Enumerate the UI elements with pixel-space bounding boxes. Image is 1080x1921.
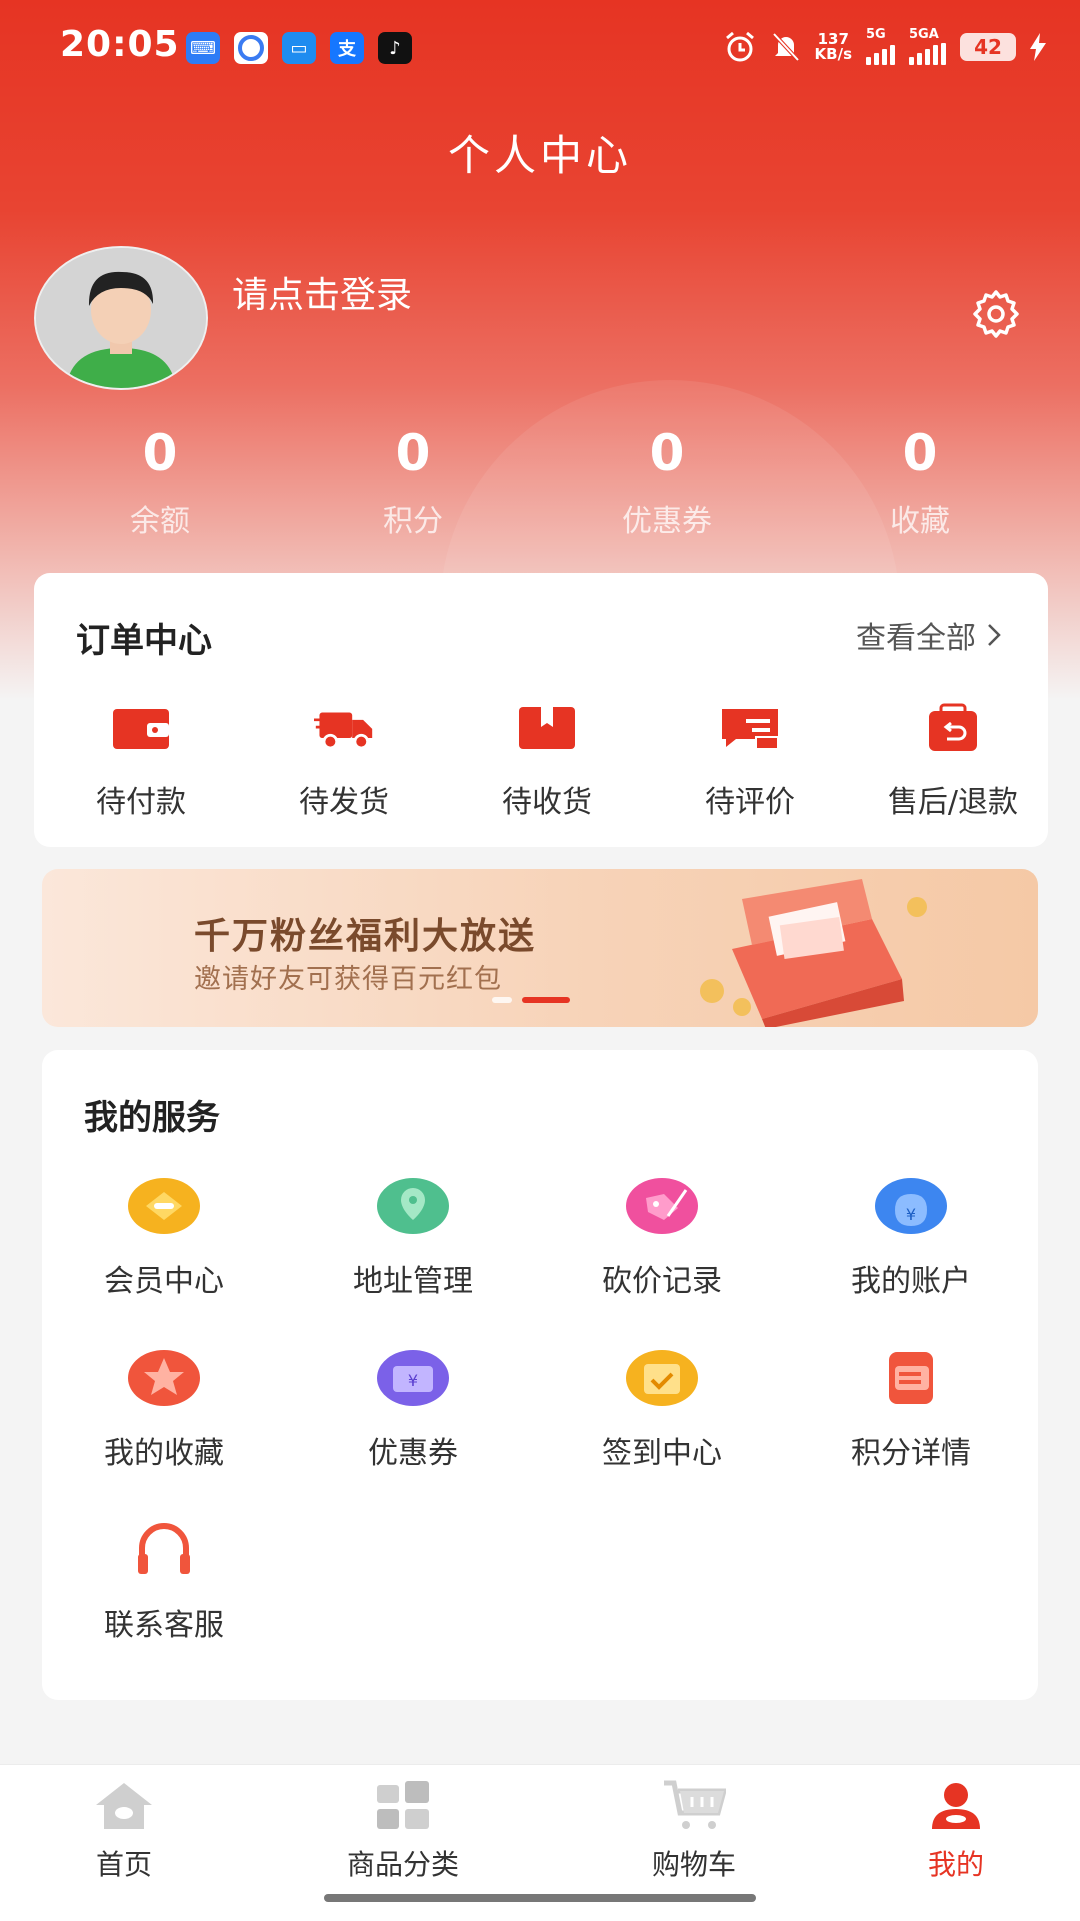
stat-value: 0 [649,424,685,482]
view-all-orders-link[interactable]: 查看全部 [856,613,1002,657]
profile-icon [932,1783,980,1829]
checkin-icon [626,1350,698,1406]
order-pending-receipt[interactable]: 待收货 [457,703,637,821]
stat-coupons[interactable]: 0 优惠券 [567,424,767,540]
headset-icon [138,1523,190,1574]
stat-label: 优惠券 [622,504,712,539]
stat-points[interactable]: 0 积分 [313,424,513,540]
promo-banner[interactable]: 千万粉丝福利大放送 邀请好友可获得百元红包 [42,869,1038,1027]
service-coupons[interactable]: ¥ 优惠券 [313,1348,513,1472]
banner-dot-active[interactable] [522,997,570,1003]
review-icon [722,709,779,750]
charging-icon [1030,32,1046,61]
my-services-card: 我的服务 会员中心 地址管理 砍价记录 ¥ 我的账户 我的收藏 ¥ 优惠券 签到… [42,1050,1038,1700]
category-icon [377,1781,429,1829]
favorite-icon [128,1350,200,1406]
network-speed: 137 KB/s [814,29,852,63]
package-icon [519,707,575,749]
status-right: 137 KB/s 5G 5GA 42 [723,28,1046,65]
service-customer-support[interactable]: 联系客服 [64,1520,264,1644]
points-icon [889,1352,933,1404]
service-checkin[interactable]: 签到中心 [562,1348,762,1472]
login-prompt[interactable]: 请点击登录 [232,266,412,318]
banner-dot[interactable] [492,997,512,1003]
app-notification-icon: ⌨ [186,32,220,64]
svg-text:¥: ¥ [408,1371,418,1390]
stat-value: 0 [902,424,938,482]
member-icon [128,1178,200,1234]
coupon-icon: ¥ [377,1350,449,1406]
settings-gear-icon[interactable] [970,288,1022,340]
service-bargain[interactable]: 砍价记录 [562,1176,762,1300]
stat-balance[interactable]: 0 余额 [60,424,260,540]
red-envelope-box-illustration [700,879,927,1027]
alipay-notification-icon: 支 [330,32,364,64]
banner-pagination [492,997,570,1003]
service-my-account[interactable]: ¥ 我的账户 [811,1176,1011,1300]
truck-icon [314,712,373,750]
order-pending-shipment[interactable]: 待发货 [254,703,434,821]
status-bar: 20:05 ⌨ ▭ 支 ♪ 137 KB/s 5G 5GA 42 [0,0,1080,96]
services-title: 我的服务 [84,1098,220,1138]
order-pending-payment[interactable]: 待付款 [51,703,231,821]
service-points-detail[interactable]: 积分详情 [811,1348,1011,1472]
refund-icon [929,703,977,751]
home-icon [96,1783,152,1829]
location-icon [377,1178,449,1234]
tiktok-notification-icon: ♪ [378,32,412,64]
order-after-sales[interactable]: 售后/退款 [863,703,1043,821]
svg-text:¥: ¥ [906,1205,916,1224]
mute-bell-icon [772,32,800,61]
tab-cart[interactable]: 购物车 [594,1779,794,1883]
app-notification-icon [234,32,268,64]
service-favorites[interactable]: 我的收藏 [64,1348,264,1472]
notification-icons: ⌨ ▭ 支 ♪ [186,32,412,64]
account-icon: ¥ [875,1178,947,1234]
service-member-center[interactable]: 会员中心 [64,1176,264,1300]
chat-notification-icon: ▭ [282,32,316,64]
order-center-card: 订单中心 查看全部 待付款 待发货 待收货 待评价 售后/退款 [34,573,1048,847]
sim2-signal: 5GA [909,28,946,65]
wallet-icon [113,709,169,749]
stat-favorites[interactable]: 0 收藏 [820,424,1020,540]
battery-indicator: 42 [960,32,1016,61]
stat-label: 收藏 [890,504,950,539]
stat-label: 余额 [130,504,190,539]
page-title: 个人中心 [447,131,632,180]
stat-value: 0 [395,424,431,482]
banner-subtitle: 邀请好友可获得百元红包 [194,964,502,995]
home-indicator[interactable] [324,1894,756,1902]
chevron-right-icon [988,624,1001,646]
cart-icon [664,1780,728,1829]
status-time: 20:05 [60,24,180,65]
tab-home[interactable]: 首页 [24,1779,224,1883]
stat-value: 0 [142,424,178,482]
order-center-title: 订单中心 [76,621,212,661]
service-address[interactable]: 地址管理 [313,1176,513,1300]
stat-label: 积分 [383,504,443,539]
avatar[interactable] [34,246,208,390]
alarm-icon [725,31,754,61]
tab-profile[interactable]: 我的 [856,1779,1056,1883]
sim1-signal: 5G [866,28,895,65]
banner-title: 千万粉丝福利大放送 [194,916,537,957]
tab-category[interactable]: 商品分类 [303,1779,503,1883]
bargain-icon [626,1178,698,1234]
order-pending-review[interactable]: 待评价 [660,703,840,821]
